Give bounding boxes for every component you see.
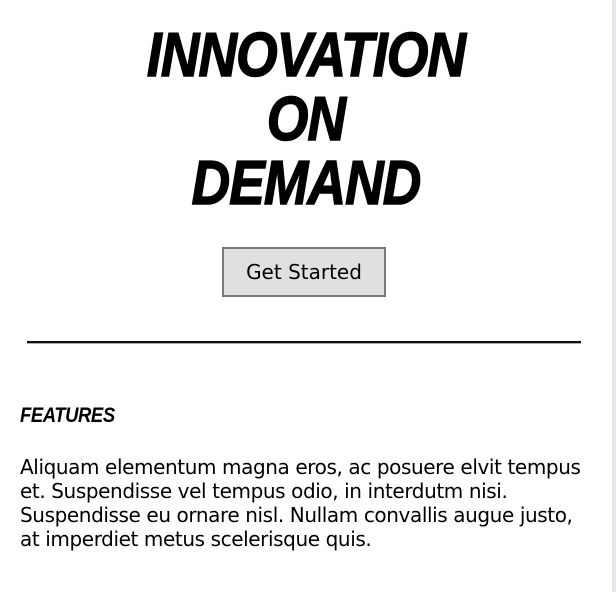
hero-section: INNOVATION ON DEMAND — [0, 21, 612, 218]
features-description: Aliquam elementum magna eros, ac posuere… — [20, 455, 581, 551]
hero-title-line-3: DEMAND — [191, 149, 422, 218]
get-started-button[interactable]: Get Started — [222, 247, 386, 297]
window-edge — [612, 0, 616, 592]
hero-title: INNOVATION ON DEMAND — [43, 21, 569, 218]
hero-title-line-1: INNOVATION — [146, 21, 466, 90]
features-heading: FEATURES — [20, 404, 115, 427]
section-divider — [27, 341, 581, 344]
hero-title-line-2: ON — [266, 85, 346, 154]
